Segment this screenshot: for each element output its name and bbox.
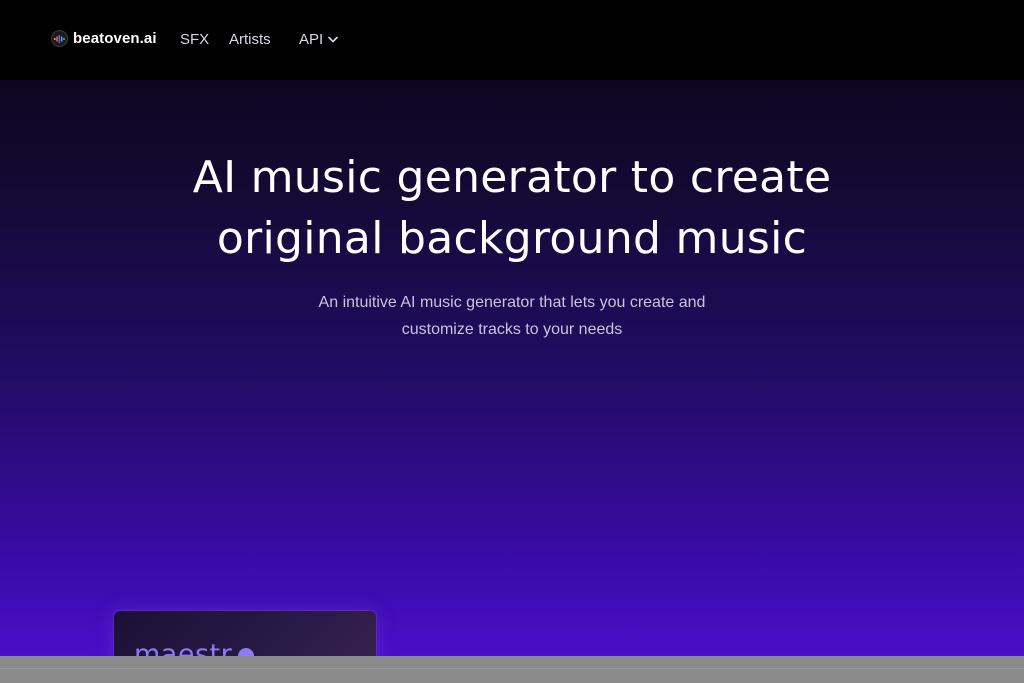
page: beatoven.ai SFX Artists API AI music gen… (0, 0, 1024, 683)
bottom-overlay-bar (0, 656, 1024, 683)
top-navbar: beatoven.ai SFX Artists API (0, 0, 1024, 80)
hero-subtitle: An intuitive AI music generator that let… (0, 289, 1024, 343)
nav-item-label: API (299, 31, 324, 48)
hero-title-line: original background music (216, 213, 808, 264)
hero-title: AI music generator to create original ba… (0, 147, 1024, 269)
brand-name: beatoven.ai (73, 30, 157, 47)
hero-subtitle-line: An intuitive AI music generator that let… (318, 294, 706, 311)
brand-logo-link[interactable]: beatoven.ai (51, 30, 157, 47)
nav-item-sfx[interactable]: SFX (180, 31, 209, 48)
nav-item-api-dropdown[interactable]: API (299, 31, 338, 48)
nav-item-artists[interactable]: Artists (229, 31, 271, 48)
nav-item-label: Artists (229, 31, 271, 48)
waveform-logo-icon (51, 30, 68, 47)
nav-item-label: SFX (180, 31, 210, 48)
hero-subtitle-line: customize tracks to your needs (401, 321, 623, 338)
chevron-down-icon (328, 36, 338, 43)
hero-title-line: AI music generator to create (192, 152, 832, 203)
